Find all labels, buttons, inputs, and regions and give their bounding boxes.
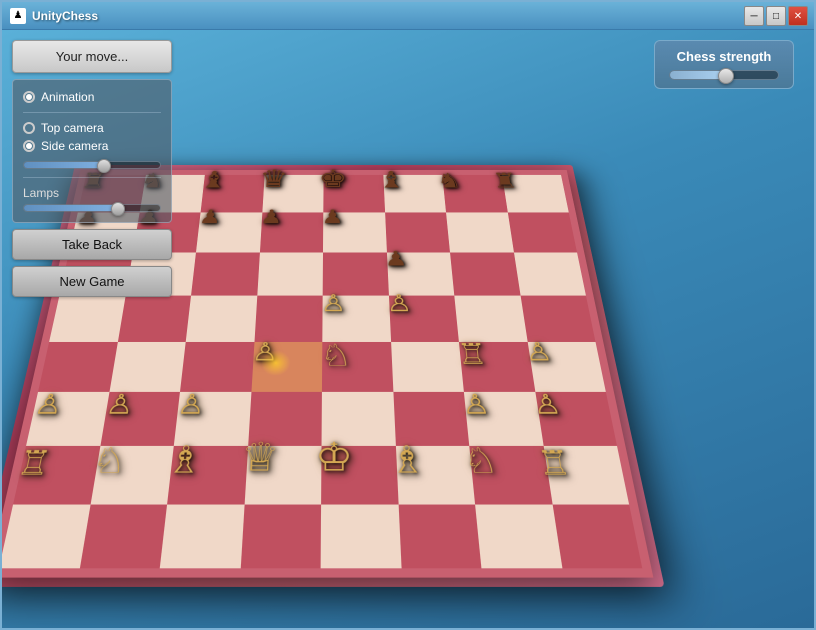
cell-d4[interactable] (251, 342, 322, 392)
cell-e2[interactable] (321, 446, 398, 505)
left-panel: Your move... Animation Top camera (12, 40, 172, 618)
animation-radio-item[interactable]: Animation (23, 90, 161, 104)
strength-slider-thumb[interactable] (718, 68, 734, 84)
cell-d2[interactable] (244, 446, 321, 505)
cell-h4[interactable] (527, 342, 606, 392)
camera-slider-group (23, 161, 161, 169)
lamps-slider-track[interactable] (23, 204, 161, 212)
camera-slider-track[interactable] (23, 161, 161, 169)
cell-g4[interactable] (459, 342, 535, 392)
cell-h1[interactable] (552, 505, 642, 569)
camera-slider-fill (24, 162, 106, 168)
side-camera-radio[interactable] (23, 140, 35, 152)
cell-d5[interactable] (254, 296, 323, 342)
cell-e5[interactable] (322, 296, 390, 342)
close-button[interactable]: ✕ (788, 6, 808, 26)
divider-1 (23, 112, 161, 113)
cell-c2[interactable] (167, 446, 248, 505)
cell-f5[interactable] (388, 296, 458, 342)
cell-c1[interactable] (160, 505, 244, 569)
cell-f6[interactable] (387, 253, 455, 296)
lamps-slider-thumb[interactable] (111, 202, 125, 216)
maximize-button[interactable]: □ (766, 6, 786, 26)
cell-d3[interactable] (248, 392, 322, 446)
cell-c5[interactable] (186, 296, 257, 342)
cell-d8[interactable] (262, 175, 324, 213)
app-icon: ♟ (10, 8, 26, 24)
cell-c4[interactable] (180, 342, 254, 392)
lamps-label: Lamps (23, 186, 161, 200)
cell-c8[interactable] (201, 175, 265, 213)
cell-f8[interactable] (383, 175, 446, 213)
cell-g6[interactable] (450, 253, 520, 296)
lamps-group: Lamps (23, 186, 161, 212)
cell-g7[interactable] (446, 212, 514, 252)
title-bar: ♟ UnityChess ─ □ ✕ (2, 2, 814, 30)
cell-c7[interactable] (196, 212, 262, 252)
cell-h3[interactable] (535, 392, 617, 446)
cell-g5[interactable] (454, 296, 527, 342)
cell-g2[interactable] (469, 446, 552, 505)
cell-e4[interactable] (322, 342, 393, 392)
cell-f4[interactable] (391, 342, 464, 392)
cell-f7[interactable] (385, 212, 450, 252)
camera-group: Top camera Side camera (23, 121, 161, 153)
divider-2 (23, 177, 161, 178)
cell-g1[interactable] (475, 505, 562, 569)
cell-e7[interactable] (323, 212, 387, 252)
controls-panel: Animation Top camera Side camera (12, 79, 172, 223)
cell-e3[interactable] (322, 392, 396, 446)
app-window: ♟ UnityChess ─ □ ✕ (0, 0, 816, 630)
cell-d7[interactable] (259, 212, 323, 252)
cell-e6[interactable] (323, 253, 389, 296)
camera-slider-thumb[interactable] (97, 159, 111, 173)
top-camera-radio-item[interactable]: Top camera (23, 121, 161, 135)
cell-f2[interactable] (395, 446, 475, 505)
lamps-slider-fill (24, 205, 119, 211)
animation-group: Animation (23, 90, 161, 104)
take-back-button[interactable]: Take Back (12, 229, 172, 260)
window-controls: ─ □ ✕ (744, 6, 808, 26)
cell-g3[interactable] (464, 392, 543, 446)
side-camera-label: Side camera (41, 139, 108, 153)
cell-h7[interactable] (507, 212, 577, 252)
top-camera-radio[interactable] (23, 122, 35, 134)
cell-e8[interactable] (323, 175, 384, 213)
side-camera-radio-item[interactable]: Side camera (23, 139, 161, 153)
cell-h6[interactable] (514, 253, 586, 296)
cell-f1[interactable] (398, 505, 481, 569)
minimize-button[interactable]: ─ (744, 6, 764, 26)
strength-label: Chess strength (669, 49, 779, 64)
cell-d6[interactable] (257, 253, 323, 296)
new-game-button[interactable]: New Game (12, 266, 172, 297)
cell-c6[interactable] (191, 253, 259, 296)
cell-d1[interactable] (240, 505, 321, 569)
top-camera-label: Top camera (41, 121, 104, 135)
your-move-button[interactable]: Your move... (12, 40, 172, 73)
cell-e1[interactable] (321, 505, 401, 569)
action-buttons: Take Back New Game (12, 229, 172, 297)
strength-panel: Chess strength (654, 40, 794, 89)
animation-radio[interactable] (23, 91, 35, 103)
cell-g8[interactable] (442, 175, 507, 213)
cell-f3[interactable] (393, 392, 469, 446)
cell-h8[interactable] (502, 175, 569, 213)
window-title: UnityChess (32, 9, 98, 23)
animation-label: Animation (41, 90, 94, 104)
cell-h5[interactable] (520, 296, 595, 342)
strength-slider-fill (670, 71, 724, 79)
main-content: ♜ ♞ ♝ ♛ ♚ ♝ ♞ ♜ ♟ ♟ ♟ ♟ ♟ ♟ ♙ ♙ ♘ ♙ ♖ (2, 30, 814, 628)
cell-c3[interactable] (174, 392, 251, 446)
cell-h2[interactable] (543, 446, 629, 505)
strength-slider-track[interactable] (669, 70, 779, 80)
